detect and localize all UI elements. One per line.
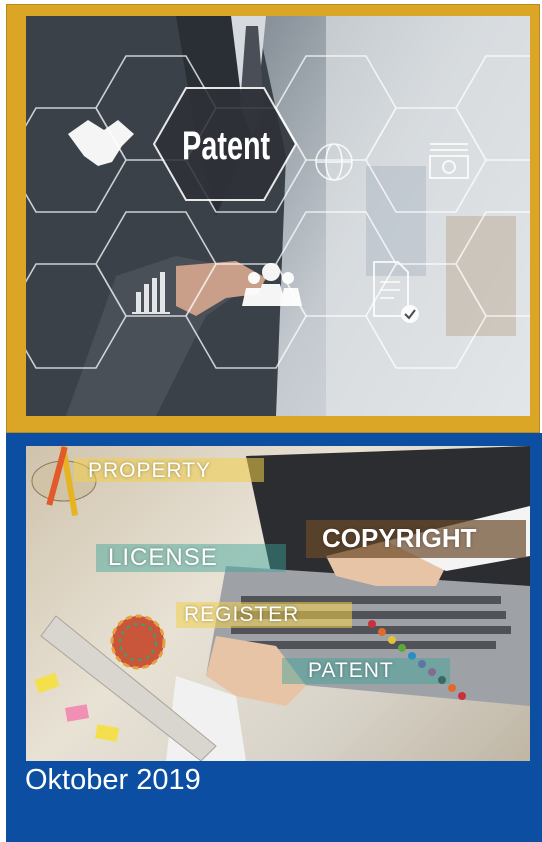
- patent-hexagon-label: Patent: [182, 123, 270, 168]
- hero-photo-patent: Patent: [26, 16, 530, 416]
- keyword-patent: PATENT: [308, 659, 394, 682]
- keyword-property: PROPERTY: [88, 459, 212, 482]
- publication-date: Oktober 2019: [25, 764, 201, 796]
- hero-illustration: Patent: [26, 16, 530, 416]
- keyword-license: LICENSE: [108, 544, 218, 571]
- keyword-copyright: COPYRIGHT: [322, 523, 477, 553]
- secondary-photo-ip-keywords: PROPERTY LICENSE COPYRIGHT REGISTER PATE…: [26, 446, 530, 761]
- keyword-register: REGISTER: [184, 603, 300, 626]
